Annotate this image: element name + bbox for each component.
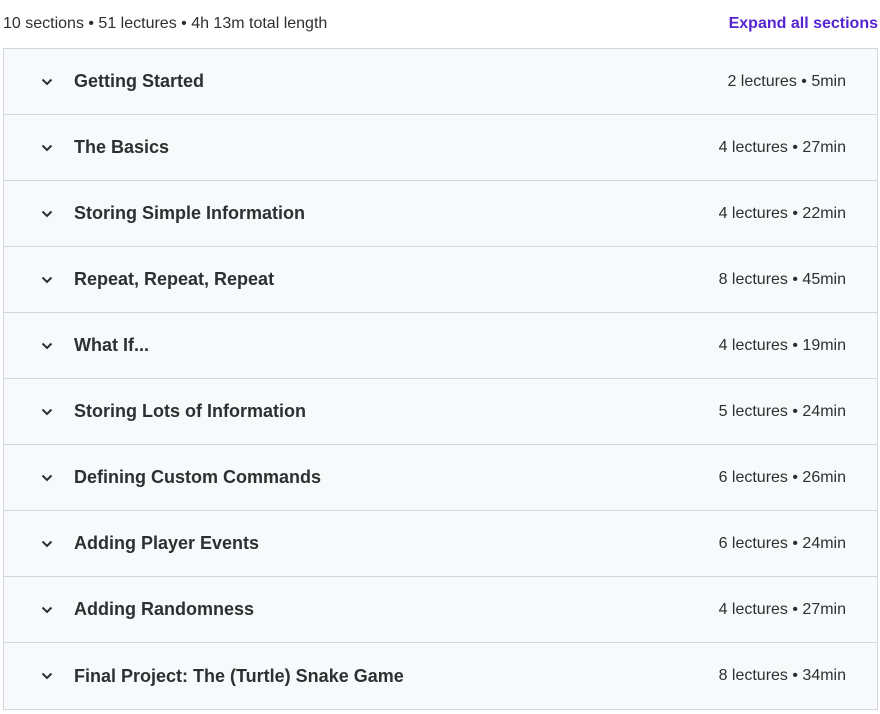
section-title: What If... (74, 335, 149, 355)
section-meta: 5 lectures • 24min (718, 402, 846, 420)
section-row[interactable]: Getting Started 2 lectures • 5min (4, 49, 877, 115)
section-row[interactable]: What If... 4 lectures • 19min (4, 313, 877, 379)
section-title: The Basics (74, 137, 170, 157)
section-meta: 4 lectures • 19min (718, 336, 846, 354)
section-row[interactable]: Storing Lots of Information 5 lectures •… (4, 379, 877, 445)
section-row[interactable]: Repeat, Repeat, Repeat 8 lectures • 45mi… (4, 247, 877, 313)
section-row[interactable]: The Basics 4 lectures • 27min (4, 115, 877, 181)
section-title: Defining Custom Commands (74, 467, 322, 487)
chevron-down-icon (39, 602, 55, 618)
section-title: Final Project: The (Turtle) Snake Game (74, 665, 404, 686)
chevron-down-icon (39, 470, 55, 486)
section-row[interactable]: Final Project: The (Turtle) Snake Game 8… (4, 643, 877, 709)
section-meta: 4 lectures • 22min (718, 204, 846, 222)
section-row[interactable]: Adding Player Events 6 lectures • 24min (4, 511, 877, 577)
chevron-down-icon (39, 536, 55, 552)
chevron-down-icon (39, 74, 55, 90)
section-title: Adding Player Events (74, 533, 260, 553)
chevron-down-icon (39, 668, 55, 684)
chevron-down-icon (39, 272, 55, 288)
section-meta: 4 lectures • 27min (718, 138, 846, 156)
section-meta: 4 lectures • 27min (718, 600, 846, 618)
chevron-down-icon (39, 338, 55, 354)
section-meta: 8 lectures • 45min (718, 270, 846, 288)
section-title: Adding Randomness (74, 599, 255, 619)
curriculum-summary-bar: 10 sections • 51 lectures • 4h 13m total… (0, 0, 880, 48)
section-meta: 6 lectures • 24min (718, 534, 846, 552)
section-row[interactable]: Defining Custom Commands 6 lectures • 26… (4, 445, 877, 511)
section-row[interactable]: Adding Randomness 4 lectures • 27min (4, 577, 877, 643)
chevron-down-icon (39, 404, 55, 420)
section-meta: 6 lectures • 26min (718, 468, 846, 486)
chevron-down-icon (39, 206, 55, 222)
section-meta: 2 lectures • 5min (727, 72, 846, 90)
section-title: Storing Simple Information (74, 203, 306, 223)
chevron-down-icon (39, 140, 55, 156)
section-title: Storing Lots of Information (74, 401, 306, 421)
section-title: Getting Started (74, 71, 205, 91)
curriculum-summary: 10 sections • 51 lectures • 4h 13m total… (3, 15, 328, 32)
curriculum-sections: Getting Started 2 lectures • 5min The Ba… (3, 48, 878, 710)
expand-all-sections-button[interactable]: Expand all sections (729, 15, 878, 33)
section-row[interactable]: Storing Simple Information 4 lectures • … (4, 181, 877, 247)
section-meta: 8 lectures • 34min (718, 667, 846, 684)
section-title: Repeat, Repeat, Repeat (74, 269, 275, 289)
